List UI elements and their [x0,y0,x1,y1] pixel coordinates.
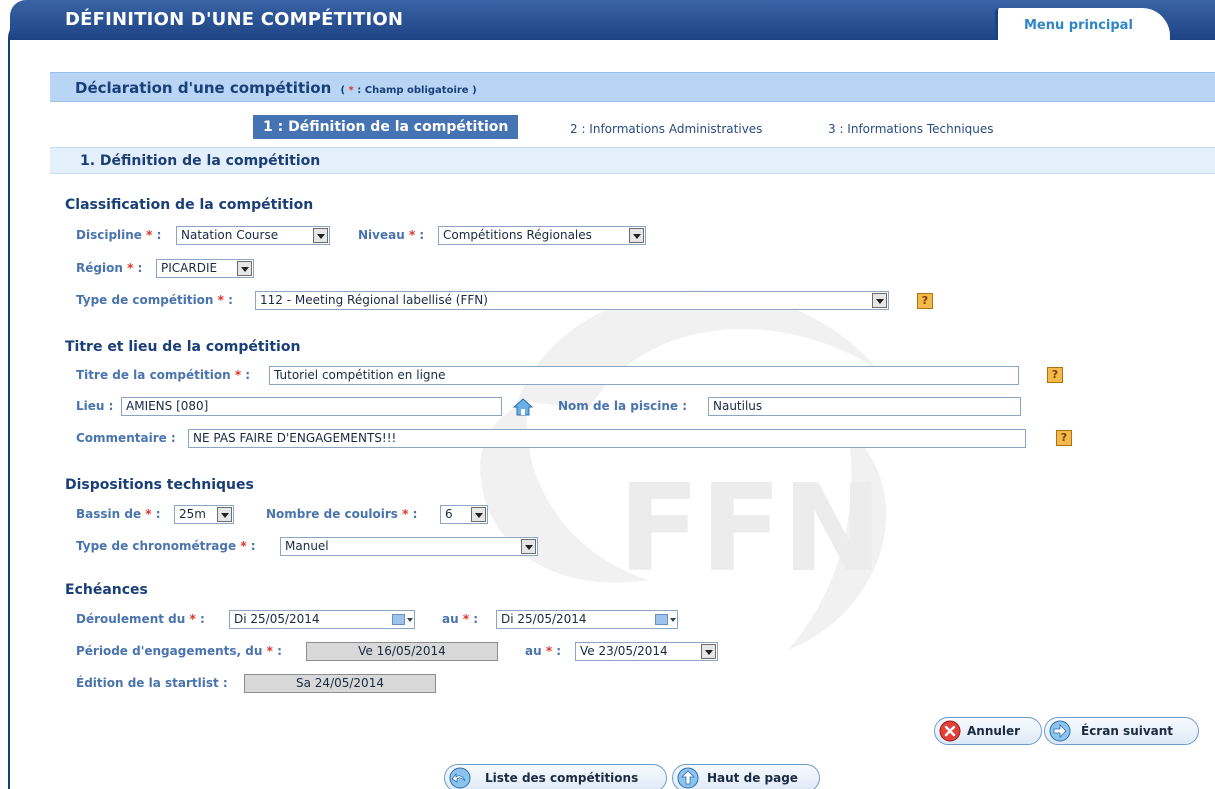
deroulement-label: Déroulement du * : [76,612,205,626]
step-tabs: 1 : Définition de la compétition 2 : Inf… [48,115,1215,145]
commentaire-input[interactable]: NE PAS FAIRE D'ENGAGEMENTS!!! [188,429,1026,448]
frame-left-border [8,20,48,789]
chevron-down-icon[interactable] [471,507,486,522]
piscine-label: Nom de la piscine : [558,399,687,413]
top-of-page-button[interactable]: Haut de page [672,764,820,789]
periode-from-date: Ve 16/05/2014 [306,642,498,661]
close-icon [939,720,961,742]
page-title: DÉFINITION D'UNE COMPÉTITION [65,9,404,30]
titre-input[interactable]: Tutoriel compétition en ligne [269,366,1019,385]
declaration-title: Déclaration d'une compétition ( * : Cham… [75,79,477,97]
periode-au-label: au * : [525,644,562,658]
home-icon[interactable] [513,398,533,416]
calendar-icon[interactable] [655,612,676,627]
couloirs-select[interactable]: 6 [440,505,488,524]
deroulement-au-label: au * : [442,612,479,626]
dispositions-heading: Dispositions techniques [65,477,254,493]
lieu-label: Lieu : [76,399,114,413]
chevron-down-icon[interactable] [237,261,252,276]
discipline-select[interactable]: Natation Course [176,226,330,245]
competition-list-button[interactable]: Liste des compétitions [444,764,667,789]
arrow-right-icon [1049,720,1071,742]
cancel-button[interactable]: Annuler [934,717,1042,745]
section-header: 1. Définition de la compétition [50,147,1215,174]
type-competition-select[interactable]: 112 - Meeting Régional labellisé (FFN) [255,291,889,310]
watermark-text: FFN [618,460,882,599]
region-label: Région * : [76,261,143,275]
tab-administratives[interactable]: 2 : Informations Administratives [570,122,762,136]
niveau-label: Niveau * : [358,228,425,242]
chevron-down-icon[interactable] [701,644,716,659]
startlist-label: Édition de la startlist : [76,676,228,690]
classification-heading: Classification de la compétition [65,197,314,213]
niveau-select[interactable]: Compétitions Régionales [438,226,646,245]
chevron-down-icon[interactable] [217,507,232,522]
main-menu-tab[interactable]: Menu principal [995,8,1170,42]
periode-to-select[interactable]: Ve 23/05/2014 [575,642,718,661]
chronometrage-select[interactable]: Manuel [280,537,538,556]
next-screen-button[interactable]: Écran suivant [1044,717,1199,745]
titre-lieu-heading: Titre et lieu de la compétition [65,339,301,355]
periode-label: Période d'engagements, du * : [76,644,282,658]
startlist-date: Sa 24/05/2014 [244,674,436,693]
couloirs-label: Nombre de couloirs * : [266,507,418,521]
tab-definition[interactable]: 1 : Définition de la compétition [253,115,519,139]
commentaire-label: Commentaire : [76,431,176,445]
region-select[interactable]: PICARDIE [156,259,254,278]
bassin-label: Bassin de * : [76,507,161,521]
calendar-icon[interactable] [392,612,413,627]
header-bar: DÉFINITION D'UNE COMPÉTITION Menu princi… [10,0,1215,42]
deroulement-from-date[interactable]: Di 25/05/2014 [229,610,415,629]
deroulement-to-date[interactable]: Di 25/05/2014 [496,610,678,629]
bassin-select[interactable]: 25m [174,505,234,524]
arrow-up-icon [677,767,699,789]
discipline-label: Discipline * : [76,228,162,242]
back-arrow-icon [449,767,471,789]
help-icon[interactable]: ? [1047,367,1063,383]
main-content: FFN Déclaration d'une compétition ( * : … [48,40,1215,789]
echeances-heading: Echéances [65,582,148,598]
chevron-down-icon[interactable] [313,228,328,243]
lieu-input[interactable]: AMIENS [080] [121,397,502,416]
main-menu-label[interactable]: Menu principal [1024,18,1133,33]
help-icon[interactable]: ? [917,293,933,309]
help-icon[interactable]: ? [1056,430,1072,446]
type-competition-label: Type de compétition * : [76,293,233,307]
tab-techniques[interactable]: 3 : Informations Techniques [828,122,994,136]
declaration-band: Déclaration d'une compétition ( * : Cham… [50,72,1215,102]
chevron-down-icon[interactable] [629,228,644,243]
chevron-down-icon[interactable] [521,539,536,554]
piscine-input[interactable]: Nautilus [708,397,1021,416]
titre-label: Titre de la compétition * : [76,368,251,382]
chronometrage-label: Type de chronométrage * : [76,539,256,553]
chevron-down-icon[interactable] [872,293,887,308]
